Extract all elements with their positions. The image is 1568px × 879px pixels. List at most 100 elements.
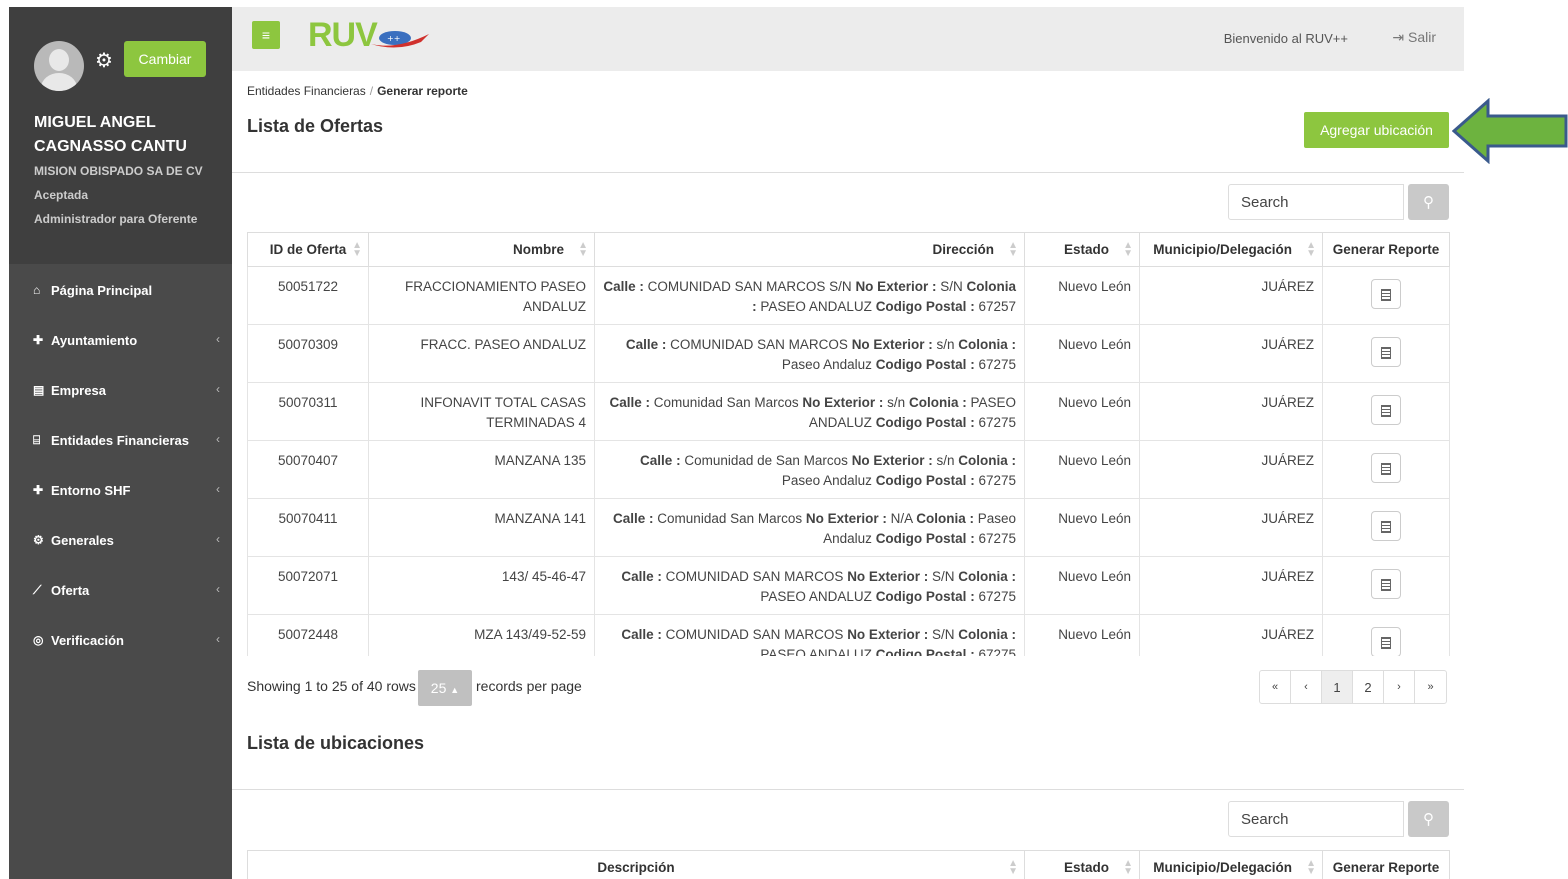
sidebar-item-página-principal[interactable]: ⌂ Página Principal: [9, 265, 232, 315]
sidebar: ⚙ Cambiar MIGUEL ANGEL CAGNASSO CANTU MI…: [9, 7, 232, 879]
offers-search-input[interactable]: [1228, 184, 1404, 220]
sidebar-item-label: Ayuntamiento: [51, 332, 138, 348]
offer-state: Nuevo León: [1024, 614, 1140, 656]
generate-report-button[interactable]: [1371, 511, 1401, 541]
offer-name: FRACC. PASEO ANDALUZ: [368, 324, 595, 383]
generate-report-button[interactable]: [1371, 395, 1401, 425]
column-header-nombre[interactable]: Nombre ▲ ▼: [368, 232, 595, 267]
table-row: 50070407 MANZANA 135 Calle : Comunidad de …: [247, 440, 1450, 499]
change-button[interactable]: Cambiar: [124, 41, 206, 77]
offer-id: 50070309: [247, 324, 369, 383]
svg-text:++: ++: [387, 34, 400, 43]
column-header-estado[interactable]: Estado ▲ ▼: [1024, 232, 1140, 267]
add-location-button[interactable]: Agregar ubicación: [1304, 112, 1449, 148]
table-row: 50051722 FRACCIONAMIENTO PASEO ANDALUZ Cal…: [247, 266, 1450, 325]
report-cell: [1322, 614, 1450, 656]
breadcrumb-parent[interactable]: Entidades Financieras: [247, 84, 366, 98]
offer-address: Calle : COMUNIDAD SAN MARCOS No Exterior…: [594, 324, 1025, 383]
document-icon: [1381, 289, 1391, 302]
sidebar-item-entorno-shf[interactable]: ✚ Entorno SHF ‹: [9, 465, 232, 515]
sidebar-item-label: Entidades Financieras: [51, 432, 189, 448]
locations-header-row: Descripción ▲ ▼ Estado ▲ ▼ Municipio/Delegac…: [247, 850, 1450, 879]
company-name: MISION OBISPADO SA DE CV: [34, 164, 203, 178]
offer-municipality: JUÁREZ: [1139, 324, 1323, 383]
document-icon: [1381, 347, 1391, 360]
offer-id: 50072071: [247, 556, 369, 615]
offer-municipality: JUÁREZ: [1139, 614, 1323, 656]
page-link[interactable]: ›: [1384, 671, 1415, 703]
offers-table-container[interactable]: ID de Oferta ▲ ▼ Nombre ▲ ▼ Dirección ▲ ▼ Esta…: [232, 232, 1464, 656]
column-header-municipio[interactable]: Municipio/Delegación ▲ ▼: [1139, 232, 1323, 267]
document-icon: [1381, 637, 1391, 650]
offer-state: Nuevo León: [1024, 382, 1140, 441]
column-header-reporte: Generar Reporte: [1322, 232, 1450, 267]
column-header-descripcion[interactable]: Descripción ▲ ▼: [247, 850, 1025, 879]
sidebar-item-entidades-financieras[interactable]: ⌸ Entidades Financieras ‹: [9, 415, 232, 465]
offer-state: Nuevo León: [1024, 324, 1140, 383]
page-link[interactable]: 1: [1322, 671, 1353, 703]
sidebar-item-label: Página Principal: [51, 282, 153, 298]
top-bar: ≡ RUV ++ Bienvenido al RUV++ ⇥ Salir: [232, 7, 1464, 71]
plus-circle-icon: ✚: [33, 483, 44, 497]
offer-name: MANZANA 141: [368, 498, 595, 557]
logout-link[interactable]: ⇥ Salir: [1392, 29, 1436, 46]
document-icon: [1381, 463, 1391, 476]
logout-label: Salir: [1407, 29, 1436, 45]
sidebar-item-empresa[interactable]: ▤ Empresa ‹: [9, 365, 232, 415]
app-window: ⚙ Cambiar MIGUEL ANGEL CAGNASSO CANTU MI…: [9, 7, 1464, 879]
sidebar-item-label: Oferta: [51, 582, 90, 598]
offer-state: Nuevo León: [1024, 556, 1140, 615]
sidebar-item-generales[interactable]: ⚙ Generales ‹: [9, 515, 232, 565]
report-cell: [1322, 556, 1450, 615]
sort-icon: ▲ ▼: [352, 240, 362, 259]
sort-icon: ▲ ▼: [1123, 240, 1133, 259]
sidebar-item-oferta[interactable]: ⟋ Oferta ‹: [9, 565, 232, 615]
document-icon: [1381, 579, 1391, 592]
menu-toggle-button[interactable]: ≡: [252, 21, 280, 49]
column-header-id[interactable]: ID de Oferta ▲ ▼: [247, 232, 369, 267]
page-link[interactable]: 2: [1353, 671, 1384, 703]
page-size-dropdown[interactable]: 25 ▲: [418, 670, 472, 706]
table-row: 50070411 MANZANA 141 Calle : Comunidad San…: [247, 498, 1450, 557]
chevron-left-icon: ‹: [216, 632, 220, 646]
user-profile: ⚙ Cambiar MIGUEL ANGEL CAGNASSO CANTU MI…: [9, 7, 232, 264]
locations-search-button[interactable]: ⚲: [1408, 801, 1449, 837]
generate-report-button[interactable]: [1371, 453, 1401, 483]
sidebar-item-label: Verificación: [51, 632, 124, 648]
offer-municipality: JUÁREZ: [1139, 266, 1323, 325]
annotation-arrow-icon: [1452, 98, 1568, 164]
offers-table: ID de Oferta ▲ ▼ Nombre ▲ ▼ Dirección ▲ ▼ Esta…: [247, 232, 1450, 656]
avatar[interactable]: [34, 41, 84, 91]
offer-address: Calle : Comunidad de San Marcos No Exter…: [594, 440, 1025, 499]
offer-name: INFONAVIT TOTAL CASAS TERMINADAS 4: [368, 382, 595, 441]
table-row: 50070311 INFONAVIT TOTAL CASAS TERMINADAS…: [247, 382, 1450, 441]
offers-search-button[interactable]: ⚲: [1408, 184, 1449, 220]
generate-report-button[interactable]: [1371, 569, 1401, 599]
search-icon: ⚲: [1423, 811, 1434, 828]
offer-name: MZA 143/49-52-59: [368, 614, 595, 656]
report-cell: [1322, 498, 1450, 557]
page-link[interactable]: «: [1260, 671, 1291, 703]
page-link[interactable]: »: [1415, 671, 1446, 703]
sidebar-item-label: Entorno SHF: [51, 482, 131, 498]
generate-report-button[interactable]: [1371, 337, 1401, 367]
sort-icon: ▲ ▼: [1306, 240, 1316, 259]
column-header-direccion[interactable]: Dirección ▲ ▼: [594, 232, 1025, 267]
records-per-page-label: records per page: [476, 678, 582, 694]
breadcrumb: Entidades Financieras / Generar reporte: [247, 84, 468, 98]
welcome-text: Bienvenido al RUV++: [1223, 31, 1348, 46]
locations-title: Lista de ubicaciones: [247, 733, 425, 753]
generate-report-button[interactable]: [1371, 279, 1401, 309]
main-content: ≡ RUV ++ Bienvenido al RUV++ ⇥ Salir Ent…: [232, 7, 1464, 879]
offer-id: 50070407: [247, 440, 369, 499]
gear-icon[interactable]: ⚙: [95, 51, 113, 71]
breadcrumb-current: Generar reporte: [377, 84, 468, 98]
generate-report-button[interactable]: [1371, 627, 1401, 656]
report-cell: [1322, 382, 1450, 441]
locations-search-input[interactable]: [1228, 801, 1404, 837]
column-header-municipio[interactable]: Municipio/Delegación ▲ ▼: [1139, 850, 1323, 879]
column-header-estado[interactable]: Estado ▲ ▼: [1024, 850, 1140, 879]
page-link[interactable]: ‹: [1291, 671, 1322, 703]
sidebar-item-verificación[interactable]: ◎ Verificación ‹: [9, 615, 232, 665]
sidebar-item-ayuntamiento[interactable]: ✚ Ayuntamiento ‹: [9, 315, 232, 365]
